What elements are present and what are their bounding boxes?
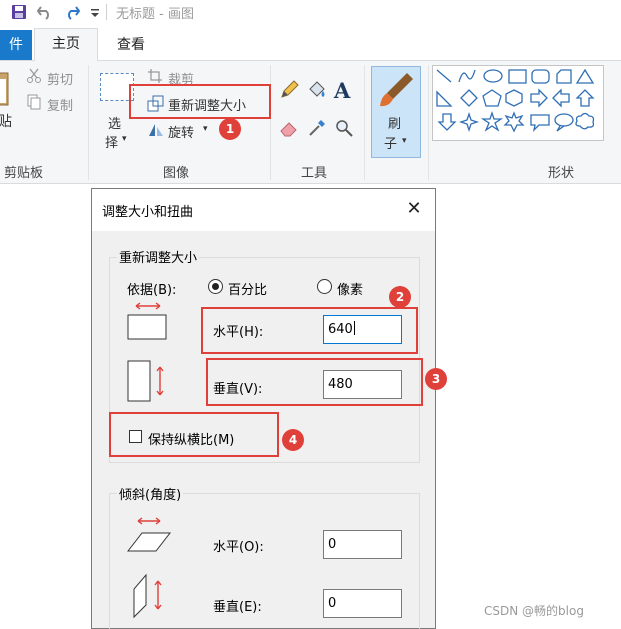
select-dropdown-icon[interactable]: ▾ [122, 134, 127, 144]
rotate-dropdown-icon[interactable]: ▾ [203, 124, 208, 134]
brushes-label-1: 刷 [388, 117, 402, 132]
pixels-label[interactable]: 像素 [337, 279, 363, 298]
close-icon[interactable]: ✕ [404, 199, 424, 219]
paste-button[interactable]: 贴 [0, 111, 12, 131]
resize-skew-dialog: 调整大小和扭曲 ✕ 重新调整大小 依据(B): 百分比 像素 水平(H): 64… [91, 188, 436, 629]
resize-legend: 重新调整大小 [117, 247, 200, 266]
brushes-button[interactable]: 刷 子 ▾ [371, 66, 421, 158]
group-separator [364, 65, 365, 180]
copy-icon [27, 94, 41, 110]
skew-horizontal-input[interactable]: 0 [323, 530, 402, 559]
fill-icon[interactable] [307, 80, 327, 100]
annotation-badge-1: 1 [219, 118, 241, 140]
rotate-icon [149, 124, 163, 136]
brushes-label-2: 子 [384, 137, 398, 152]
pencil-icon[interactable] [279, 80, 299, 100]
group-separator [88, 65, 89, 180]
window-title: 无标题 - 画图 [116, 7, 194, 22]
skew-vertical-label: 垂直(E): [213, 600, 262, 615]
title-bar: 无标题 - 画图 [0, 0, 621, 24]
pixels-radio[interactable] [317, 279, 332, 294]
skew-legend: 倾斜(角度) [117, 484, 184, 503]
annotation-vertical-highlight [206, 358, 423, 406]
rotate-button[interactable]: 旋转 [168, 122, 194, 141]
shapes-group-label: 形状 [548, 166, 575, 181]
copy-button[interactable]: 复制 [47, 95, 73, 114]
undo-icon[interactable] [36, 3, 54, 21]
text-tool-icon[interactable]: A [334, 78, 350, 103]
vertical-skew-icon [133, 573, 162, 619]
skew-vertical-value: 0 [328, 596, 337, 611]
select-label-2[interactable]: 择 [105, 132, 118, 151]
ribbon: 贴 剪切 复制 剪贴板 选 择 ▾ 裁剪 重新调整大小 旋转 ▾ 图像 A 工具… [0, 60, 621, 184]
customize-quick-access-icon[interactable] [86, 3, 104, 21]
vertical-resize-icon [127, 360, 164, 402]
percentage-radio[interactable] [208, 279, 223, 294]
select-label-1[interactable]: 选 [108, 113, 121, 132]
skew-horizontal-label: 水平(O): [213, 540, 264, 555]
scissors-icon [27, 68, 41, 83]
annotation-resize-highlight [129, 84, 271, 119]
annotation-aspect-ratio-highlight [109, 412, 279, 457]
redo-icon[interactable] [63, 3, 81, 21]
shapes-gallery[interactable] [432, 65, 604, 141]
dialog-title: 调整大小和扭曲 [102, 205, 194, 220]
horizontal-resize-icon [127, 302, 167, 340]
radio-dot [212, 283, 219, 290]
brush-icon [380, 73, 413, 107]
title-separator [106, 4, 107, 20]
annotation-badge-2: 2 [389, 286, 411, 308]
paste-icon[interactable] [0, 69, 12, 107]
horizontal-skew-icon [126, 517, 172, 552]
dialog-title-bar: 调整大小和扭曲 ✕ [92, 189, 435, 231]
annotation-horizontal-highlight [201, 307, 418, 354]
tab-home[interactable]: 主页 [34, 28, 98, 61]
percentage-label[interactable]: 百分比 [228, 279, 267, 298]
image-group-label: 图像 [163, 166, 190, 181]
tab-view[interactable]: 查看 [104, 30, 158, 60]
brushes-dropdown-icon: ▾ [402, 136, 407, 146]
clipboard-group-label: 剪贴板 [4, 166, 44, 181]
skew-vertical-input[interactable]: 0 [323, 589, 402, 618]
cut-button[interactable]: 剪切 [47, 69, 73, 88]
shapes-icons [436, 68, 595, 133]
by-label: 依据(B): [127, 283, 177, 298]
group-separator [270, 65, 271, 180]
eraser-icon[interactable] [279, 118, 299, 138]
crop-icon [148, 69, 162, 83]
color-picker-icon[interactable] [307, 118, 327, 138]
annotation-badge-3: 3 [425, 368, 447, 390]
tools-group-label: 工具 [301, 166, 328, 181]
skew-horizontal-value: 0 [328, 537, 337, 552]
watermark: CSDN @畅的blog [484, 604, 584, 618]
ribbon-tabs: 件 主页 查看 [0, 24, 621, 61]
save-icon[interactable] [10, 3, 28, 21]
group-separator [428, 65, 429, 180]
tab-file[interactable]: 件 [0, 30, 32, 60]
magnifier-icon[interactable] [334, 118, 354, 138]
annotation-badge-4: 4 [282, 429, 304, 451]
paint-app: 无标题 - 画图 件 主页 查看 贴 剪切 复制 剪贴板 选 择 ▾ 裁剪 重新… [0, 0, 621, 629]
